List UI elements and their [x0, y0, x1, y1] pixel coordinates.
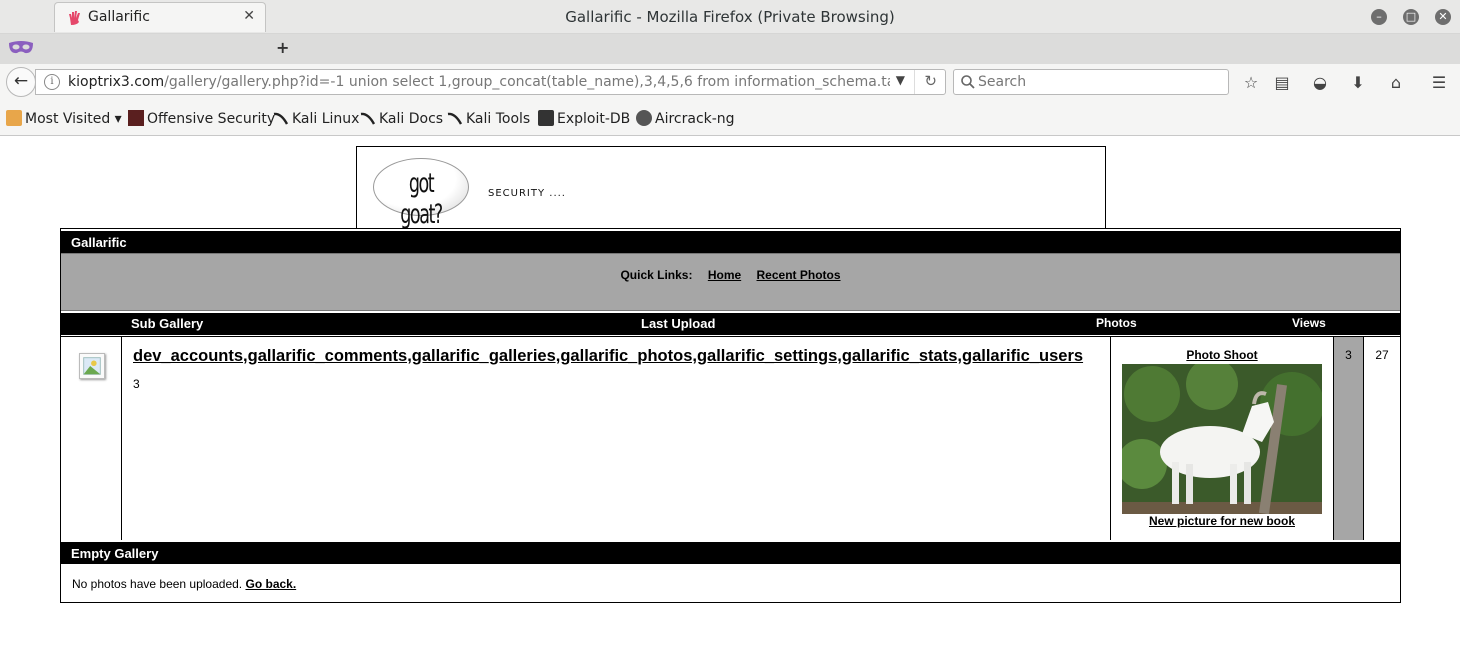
col-views: Views: [1292, 316, 1326, 330]
got-goat-logo[interactable]: got goat?: [373, 158, 469, 230]
site-info-icon[interactable]: i: [44, 74, 60, 90]
quick-link-home[interactable]: Home: [708, 268, 741, 282]
quick-links-label: Quick Links:: [620, 268, 693, 282]
table-header: Sub Gallery Last Upload Photos Views: [61, 313, 1400, 335]
bookmark-aircrack-ng[interactable]: Aircrack-ng: [636, 110, 735, 127]
empty-message-text: No photos have been uploaded.: [72, 577, 243, 591]
sub-gallery-count: 3: [133, 377, 140, 391]
url-text[interactable]: kioptrix3.com/gallery/gallery.php?id=-1 …: [68, 74, 890, 90]
search-placeholder: Search: [978, 74, 1027, 90]
col-photos: Photos: [1096, 316, 1137, 330]
gallery-image-icon[interactable]: [79, 353, 105, 379]
bookmark-exploit-db[interactable]: Exploit-DB: [538, 110, 630, 127]
kali-icon: [447, 110, 463, 126]
downloads-icon[interactable]: ⬇: [1347, 72, 1369, 94]
col-sub-gallery: Sub Gallery: [131, 316, 204, 331]
minimize-icon[interactable]: –: [1371, 9, 1387, 25]
gallery-title: Gallarific: [61, 231, 1400, 253]
new-picture-link[interactable]: New picture for new book: [1111, 514, 1333, 528]
tab-close-icon[interactable]: ✕: [243, 8, 255, 24]
navigation-toolbar: i kioptrix3.com/gallery/gallery.php?id=-…: [0, 64, 1460, 102]
maximize-icon[interactable]: □: [1403, 9, 1419, 25]
site-tagline: SECURITY ....: [488, 188, 566, 199]
empty-gallery-title: Empty Gallery: [61, 542, 1400, 564]
bookmark-star-icon[interactable]: ☆: [1240, 72, 1262, 94]
private-browsing-mask-icon: [9, 41, 33, 54]
reload-icon[interactable]: ↻: [924, 72, 937, 90]
page-content: got goat? SECURITY .... Gallarific Quick…: [0, 137, 1460, 654]
hand-favicon-icon: [69, 11, 80, 25]
go-back-link[interactable]: Go back.: [245, 577, 296, 591]
photos-count: 3: [1334, 337, 1364, 540]
search-input[interactable]: Search: [953, 69, 1229, 95]
bookmark-most-visited[interactable]: Most Visited ▾: [6, 110, 122, 127]
url-dropdown-icon[interactable]: ▼: [896, 73, 905, 87]
quick-links-bar: Quick Links: Home Recent Photos: [61, 253, 1400, 311]
url-bar[interactable]: i kioptrix3.com/gallery/gallery.php?id=-…: [35, 69, 946, 95]
bookmark-kali-docs[interactable]: Kali Docs: [360, 110, 443, 127]
logo-text: got goat?: [400, 168, 443, 230]
table-row: dev_accounts,gallarific_comments,gallari…: [61, 336, 1400, 540]
home-icon[interactable]: ⌂: [1385, 72, 1407, 94]
folder-icon: [6, 110, 22, 126]
url-host: kioptrix3.com: [68, 74, 165, 90]
back-button[interactable]: ←: [6, 67, 36, 97]
empty-gallery-message: No photos have been uploaded. Go back.: [72, 577, 296, 591]
tab-bar: [0, 34, 1460, 64]
tab-title: Gallarific: [88, 9, 150, 25]
search-icon: [961, 75, 975, 89]
bookmark-kali-linux[interactable]: Kali Linux: [273, 110, 359, 127]
goat-photo[interactable]: [1122, 364, 1322, 514]
url-path: /gallery/gallery.php?id=-1 union select …: [164, 74, 890, 90]
tab-gallarific[interactable]: Gallarific ✕: [54, 2, 266, 32]
gallery-table: Gallarific Quick Links: Home Recent Phot…: [60, 228, 1401, 603]
bookmark-offensive-security[interactable]: Offensive Security: [128, 110, 275, 127]
url-separator: [914, 70, 915, 94]
aircrack-icon: [636, 110, 652, 126]
quick-link-recent-photos[interactable]: Recent Photos: [757, 268, 841, 282]
close-icon[interactable]: ✕: [1435, 9, 1451, 25]
offsec-icon: [128, 110, 144, 126]
exploitdb-icon: [538, 110, 554, 126]
views-count: 27: [1375, 348, 1389, 362]
bookmark-kali-tools[interactable]: Kali Tools: [447, 110, 530, 127]
kali-icon: [360, 110, 376, 126]
gallery-icon-cell: [61, 337, 122, 540]
site-header: got goat? SECURITY ....: [356, 146, 1106, 230]
pocket-icon[interactable]: ◒: [1309, 72, 1331, 94]
bookmarks-toolbar: Most Visited ▾ Offensive Security Kali L…: [0, 102, 1460, 136]
reading-list-icon[interactable]: ▤: [1271, 72, 1293, 94]
last-upload-cell: Photo Shoot New picture for new book: [1110, 337, 1334, 540]
sub-gallery-link[interactable]: dev_accounts,gallarific_comments,gallari…: [133, 347, 1083, 366]
menu-icon[interactable]: ☰: [1428, 72, 1450, 94]
sub-gallery-cell: dev_accounts,gallarific_comments,gallari…: [122, 337, 1111, 540]
photo-shoot-link[interactable]: Photo Shoot: [1111, 348, 1333, 362]
kali-icon: [273, 110, 289, 126]
new-tab-icon[interactable]: +: [276, 38, 289, 57]
col-last-upload: Last Upload: [641, 316, 716, 331]
